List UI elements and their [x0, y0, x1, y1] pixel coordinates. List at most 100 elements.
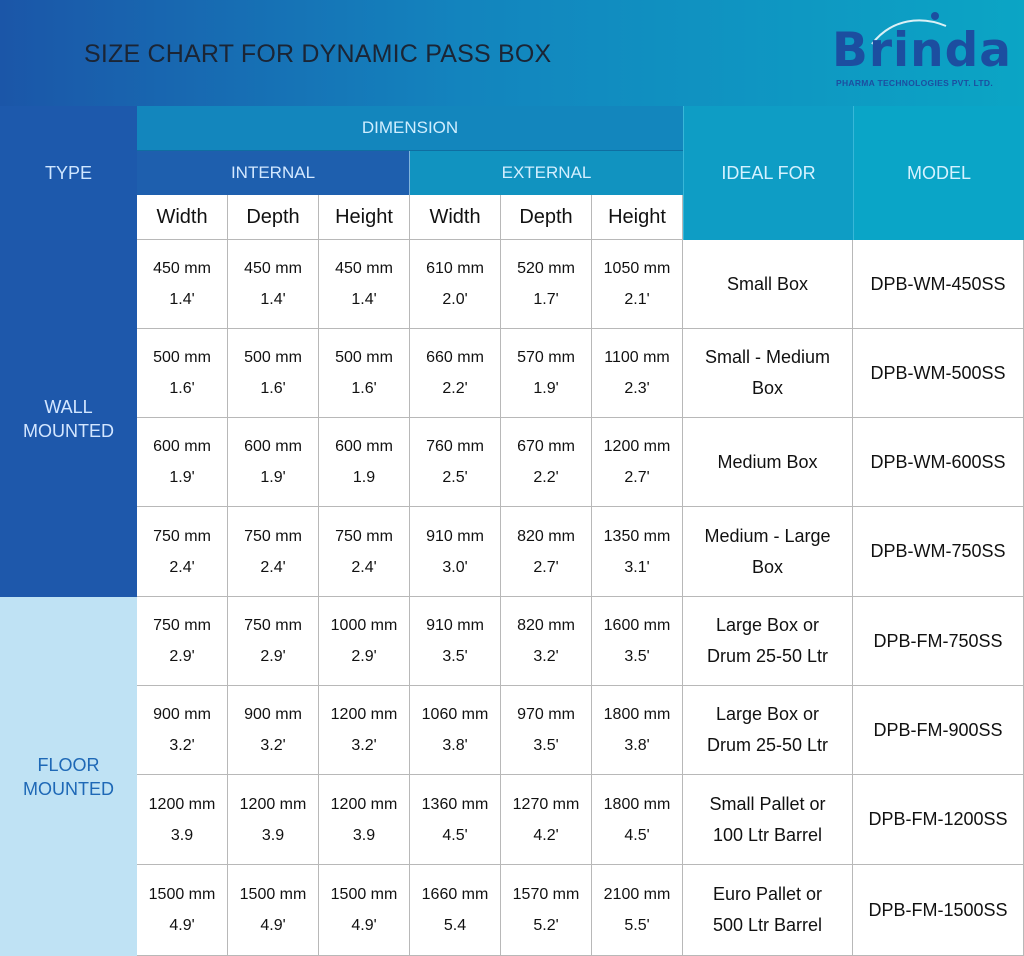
ideal-for-cell: Medium - Large Box	[683, 507, 853, 597]
dimension-ft: 3.5'	[624, 648, 650, 665]
dimension-mm: 820 mm	[517, 617, 575, 634]
external-height-cell: 1350 mm 3.1'	[592, 507, 683, 597]
dimension-mm: 1600 mm	[603, 617, 671, 634]
model-cell: DPB-WM-500SS	[853, 329, 1024, 418]
dimension-ft: 2.9'	[169, 648, 195, 665]
internal-depth-cell: 750 mm 2.4'	[228, 507, 319, 597]
internal-height-cell: 600 mm 1.9	[319, 418, 410, 507]
dimension-ft: 2.4'	[169, 558, 195, 576]
ideal-for-line: Box	[751, 378, 784, 398]
dimension-mm: 1660 mm	[421, 886, 489, 903]
ideal-for-line: Box	[751, 556, 784, 577]
external-depth-cell: 820 mm 2.7'	[501, 507, 592, 597]
dimension-mm: 600 mm	[244, 438, 302, 455]
ideal-for-cell: Large Box or Drum 25-50 Ltr	[683, 597, 853, 686]
dimension-ft: 3.5'	[533, 737, 559, 754]
external-depth-cell: 520 mm 1.7'	[501, 240, 592, 329]
dimension-ft: 1.6'	[169, 380, 195, 397]
ideal-for-line: Drum 25-50 Ltr	[706, 735, 829, 755]
type-label-line: MOUNTED	[23, 778, 114, 799]
logo-subtitle: PHARMA TECHNOLOGIES PVT. LTD.	[836, 78, 993, 88]
external-depth-cell: 820 mm 3.2'	[501, 597, 592, 686]
external-width-cell: 760 mm 2.5'	[410, 418, 501, 507]
ideal-for-line: 500 Ltr Barrel	[712, 915, 823, 935]
dimension-mm: 600 mm	[153, 438, 211, 455]
external-height-cell: 1800 mm 3.8'	[592, 686, 683, 775]
ideal-for-line: Small - Medium	[704, 347, 831, 367]
dimension-mm: 1200 mm	[239, 795, 307, 813]
dimension-ft: 2.0'	[442, 291, 468, 308]
external-depth-cell: 1270 mm 4.2'	[501, 775, 592, 865]
external-width-header: Width	[410, 195, 501, 240]
external-depth-header: Depth	[501, 195, 592, 240]
internal-height-cell: 500 mm 1.6'	[319, 329, 410, 418]
dimension-mm: 1800 mm	[603, 706, 671, 723]
dimension-mm: 600 mm	[335, 438, 393, 455]
internal-height-cell: 1200 mm 3.9	[319, 775, 410, 865]
external-width-cell: 910 mm 3.5'	[410, 597, 501, 686]
dimension-ft: 4.9'	[260, 917, 286, 934]
dimension-ft: 4.9'	[351, 917, 377, 934]
dimension-ft: 1.9'	[533, 380, 559, 397]
internal-width-cell: 1200 mm 3.9	[137, 775, 228, 865]
external-width-cell: 1660 mm 5.4	[410, 865, 501, 956]
dimension-ft: 3.8'	[442, 737, 468, 754]
dimension-ft: 1.4'	[351, 291, 377, 308]
dimension-mm: 750 mm	[153, 617, 211, 634]
dimension-mm: 450 mm	[244, 260, 302, 277]
page-title: SIZE CHART FOR DYNAMIC PASS BOX	[84, 40, 552, 68]
dimension-ft: 5.4	[443, 917, 467, 934]
internal-depth-header: Depth	[228, 195, 319, 240]
external-depth-cell: 970 mm 3.5'	[501, 686, 592, 775]
dimension-ft: 3.2'	[169, 737, 195, 754]
external-height-cell: 1600 mm 3.5'	[592, 597, 683, 686]
external-width-cell: 660 mm 2.2'	[410, 329, 501, 418]
dimension-ft: 1.9'	[169, 469, 195, 486]
ideal-for-line: Small Pallet or	[709, 793, 826, 814]
external-width-cell: 1360 mm 4.5'	[410, 775, 501, 865]
dimension-ft: 2.4'	[351, 558, 377, 576]
dimension-ft: 1.4'	[169, 291, 195, 308]
dimension-mm: 1500 mm	[330, 886, 398, 903]
ideal-for-cell: Euro Pallet or 500 Ltr Barrel	[683, 865, 853, 956]
external-width-cell: 610 mm 2.0'	[410, 240, 501, 329]
dimension-mm: 910 mm	[426, 527, 484, 545]
header-banner: SIZE CHART FOR DYNAMIC PASS BOX Brinda P…	[0, 0, 1024, 106]
internal-depth-cell: 500 mm 1.6'	[228, 329, 319, 418]
model-cell: DPB-FM-1500SS	[853, 865, 1024, 956]
company-logo: Brinda PHARMA TECHNOLOGIES PVT. LTD.	[832, 12, 1011, 96]
model-cell: DPB-WM-600SS	[853, 418, 1024, 507]
dimension-mm: 760 mm	[426, 438, 484, 455]
dimension-ft: 3.9	[352, 826, 376, 844]
dimension-ft: 3.8'	[624, 737, 650, 754]
internal-depth-cell: 750 mm 2.9'	[228, 597, 319, 686]
dimension-mm: 520 mm	[517, 260, 575, 277]
external-height-cell: 1100 mm 2.3'	[592, 329, 683, 418]
external-height-cell: 1050 mm 2.1'	[592, 240, 683, 329]
dimension-ft: 2.7'	[624, 469, 650, 486]
external-depth-cell: 670 mm 2.2'	[501, 418, 592, 507]
dimension-ft: 1.6'	[260, 380, 286, 397]
internal-width-header: Width	[137, 195, 228, 240]
dimension-column-header: DIMENSION	[137, 106, 683, 151]
dimension-ft: 2.7'	[533, 558, 559, 576]
dimension-ft: 4.2'	[533, 826, 559, 844]
internal-width-cell: 900 mm 3.2'	[137, 686, 228, 775]
external-width-cell: 1060 mm 3.8'	[410, 686, 501, 775]
type-label-line: MOUNTED	[23, 420, 114, 441]
dimension-ft: 3.1'	[624, 558, 650, 576]
ideal-for-line: Small Box	[726, 273, 809, 294]
ideal-for-line: Large Box or	[715, 704, 820, 724]
model-cell: DPB-FM-750SS	[853, 597, 1024, 686]
internal-depth-cell: 900 mm 3.2'	[228, 686, 319, 775]
internal-width-cell: 600 mm 1.9'	[137, 418, 228, 507]
dimension-mm: 1350 mm	[603, 527, 671, 545]
dimension-mm: 1500 mm	[148, 886, 216, 903]
dimension-ft: 2.3'	[624, 380, 650, 397]
ideal-for-cell: Large Box or Drum 25-50 Ltr	[683, 686, 853, 775]
external-depth-cell: 570 mm 1.9'	[501, 329, 592, 418]
dimension-ft: 2.9'	[351, 648, 377, 665]
size-chart-page: SIZE CHART FOR DYNAMIC PASS BOX Brinda P…	[0, 0, 1024, 956]
dimension-mm: 900 mm	[153, 706, 211, 723]
dimension-ft: 5.2'	[533, 917, 559, 934]
